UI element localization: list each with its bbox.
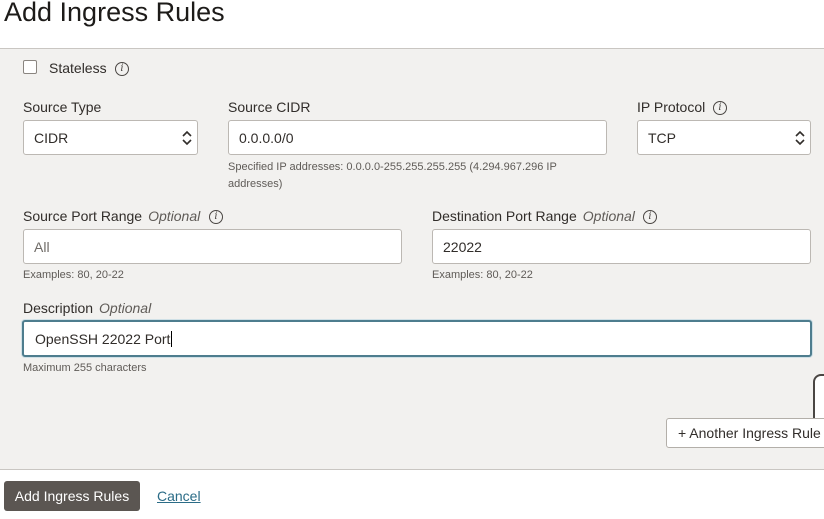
panel-header: Add Ingress Rules bbox=[0, 0, 824, 49]
cancel-link[interactable]: Cancel bbox=[157, 488, 201, 504]
ip-protocol-label: IP Protocol bbox=[637, 99, 706, 115]
source-port-range-placeholder: All bbox=[34, 238, 50, 255]
destination-port-range-label-text: Destination Port Range bbox=[432, 208, 577, 224]
source-type-label: Source Type bbox=[23, 99, 102, 115]
source-port-range-help: Examples: 80, 20-22 bbox=[23, 269, 124, 281]
description-label: Description Optional bbox=[23, 300, 151, 316]
optional-tag: Optional bbox=[99, 300, 152, 316]
ip-protocol-value: TCP bbox=[648, 129, 676, 146]
stateless-label: Stateless bbox=[49, 60, 107, 76]
optional-tag: Optional bbox=[148, 208, 201, 224]
destination-port-range-value: 22022 bbox=[443, 238, 482, 255]
text-cursor bbox=[171, 330, 173, 347]
description-label-text: Description bbox=[23, 300, 94, 316]
source-cidr-input[interactable]: 0.0.0.0/0 bbox=[228, 120, 607, 155]
page-title: Add Ingress Rules bbox=[4, 0, 225, 27]
description-value: OpenSSH 22022 Port bbox=[35, 330, 171, 347]
stateless-info-icon[interactable]: i bbox=[115, 62, 129, 76]
source-cidr-label: Source CIDR bbox=[228, 99, 311, 115]
description-input[interactable]: OpenSSH 22022 Port bbox=[22, 320, 812, 357]
source-type-value: CIDR bbox=[34, 129, 69, 146]
ip-protocol-info-icon[interactable]: i bbox=[713, 101, 727, 115]
destination-port-range-help: Examples: 80, 20-22 bbox=[432, 269, 533, 281]
source-port-range-input[interactable]: All bbox=[23, 229, 402, 264]
destination-port-range-label: Destination Port Range Optional bbox=[432, 208, 635, 224]
select-chevron-icon bbox=[182, 130, 192, 146]
source-type-select[interactable]: CIDR bbox=[23, 120, 198, 155]
source-port-range-label-text: Source Port Range bbox=[23, 208, 143, 224]
source-cidr-value: 0.0.0.0/0 bbox=[239, 129, 294, 146]
another-ingress-rule-button[interactable]: + Another Ingress Rule bbox=[666, 418, 824, 448]
destination-port-range-input[interactable]: 22022 bbox=[432, 229, 811, 264]
source-port-range-label: Source Port Range Optional bbox=[23, 208, 200, 224]
source-cidr-help: Specified IP addresses: 0.0.0.0-255.255.… bbox=[228, 161, 557, 190]
add-ingress-rules-button[interactable]: Add Ingress Rules bbox=[4, 481, 140, 511]
optional-tag: Optional bbox=[582, 208, 635, 224]
ip-protocol-select[interactable]: TCP bbox=[637, 120, 811, 155]
description-help: Maximum 255 characters bbox=[23, 362, 147, 374]
stateless-checkbox[interactable] bbox=[23, 60, 37, 74]
select-chevron-icon bbox=[795, 130, 805, 146]
destination-port-range-info-icon[interactable]: i bbox=[643, 210, 657, 224]
source-port-range-info-icon[interactable]: i bbox=[209, 210, 223, 224]
